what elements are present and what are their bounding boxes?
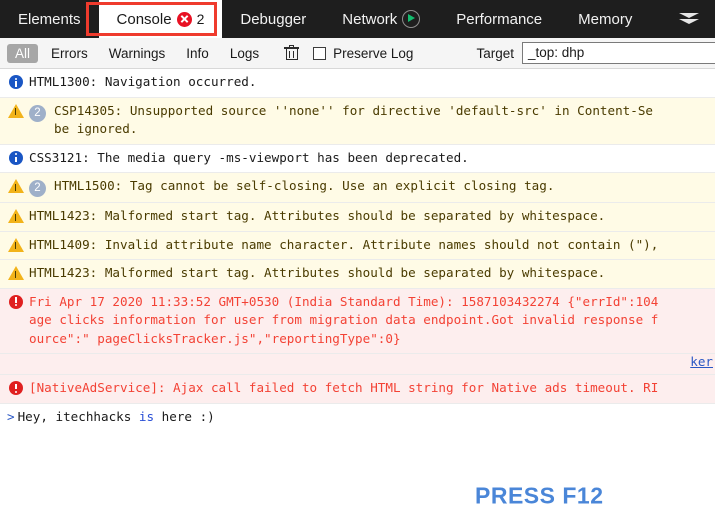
- info-icon: [8, 150, 23, 165]
- console-message: HTML1423: Malformed start tag. Attribute…: [29, 264, 709, 283]
- preserve-log-label: Preserve Log: [333, 45, 414, 61]
- info-icon: [8, 75, 23, 89]
- tab-label: Network: [342, 10, 398, 28]
- console-prompt-row[interactable]: > Hey, itechhacks is here :): [0, 403, 715, 431]
- console-message: HTML1300: Navigation occurred.: [29, 73, 709, 92]
- tabbar-spacer: [650, 0, 661, 38]
- clear-console-icon[interactable]: [284, 45, 300, 61]
- console-log-list[interactable]: HTML1300: Navigation occurred. 2 CSP14305:…: [0, 69, 715, 522]
- console-message: HTML1409: Invalid attribute name charact…: [29, 236, 709, 255]
- console-message-line: ource":" pageClicksTracker.js","reportin…: [29, 330, 401, 346]
- console-message-line: HTML1409: Invalid attribute name charact…: [29, 236, 659, 252]
- console-message: Fri Apr 17 2020 11:33:52 GMT+0530 (India…: [29, 293, 709, 349]
- warning-icon: [7, 266, 24, 280]
- press-f12-watermark: PRESS F12: [475, 482, 604, 509]
- tab-label: Memory: [578, 10, 633, 28]
- console-entry-warn[interactable]: HTML1423: Malformed start tag. Attribute…: [0, 260, 715, 289]
- warning-icon: [7, 179, 24, 193]
- console-entry-info[interactable]: CSS3121: The media query -ms-viewport ha…: [0, 144, 715, 173]
- console-entry-warn[interactable]: HTML1423: Malformed start tag. Attribute…: [0, 203, 715, 232]
- target-select[interactable]: _top: dhp: [522, 42, 715, 64]
- console-message: HTML1423: Malformed start tag. Attribute…: [29, 207, 709, 226]
- console-entry-warn[interactable]: 2 CSP14305: Unsupported source ''none'' f…: [0, 97, 715, 145]
- prompt-text-part: here :): [154, 408, 215, 424]
- console-message-line: CSS3121: The media query -ms-viewport ha…: [29, 149, 469, 165]
- double-chevron-down-icon: [679, 12, 699, 26]
- warning-icon: [7, 237, 24, 252]
- repeat-count-cell: 2: [29, 103, 46, 122]
- console-entry-error[interactable]: [NativeAdService]: Ajax call failed to f…: [0, 375, 715, 404]
- tabs-container: Elements Console 2 Debugger Network Performan…: [0, 0, 650, 38]
- preserve-log-checkbox[interactable]: [313, 46, 327, 60]
- tab-overflow-button[interactable]: [663, 0, 715, 38]
- console-source-link[interactable]: ker: [690, 354, 713, 369]
- icon-cell: [7, 381, 24, 395]
- tab-label: Elements: [18, 10, 81, 28]
- error-icon: [8, 381, 23, 395]
- console-message: HTML1500: Tag cannot be self-closing. Us…: [54, 177, 709, 196]
- console-entry-warn[interactable]: 2 HTML1500: Tag cannot be self-closing. U…: [0, 173, 715, 203]
- console-message: [NativeAdService]: Ajax call failed to f…: [29, 379, 709, 398]
- console-message: CSS3121: The media query -ms-viewport ha…: [29, 149, 709, 168]
- console-entry-error[interactable]: Fri Apr 17 2020 11:33:52 GMT+0530 (India…: [0, 288, 715, 354]
- filter-warnings[interactable]: Warnings: [101, 44, 174, 63]
- console-message-line: be ignored.: [54, 121, 138, 136]
- console-message-line: HTML1500: Tag cannot be self-closing. Us…: [54, 178, 555, 193]
- tab-debugger[interactable]: Debugger: [222, 0, 324, 38]
- tab-label: Console: [116, 10, 172, 28]
- icon-cell: [7, 237, 24, 252]
- play-circle-icon[interactable]: [402, 10, 421, 28]
- filter-all[interactable]: All: [7, 43, 39, 63]
- icon-cell: [7, 75, 24, 89]
- console-entries: HTML1300: Navigation occurred. 2 CSP14305:…: [0, 69, 715, 404]
- warning-icon: [7, 103, 24, 118]
- console-entry-info[interactable]: HTML1300: Navigation occurred.: [0, 69, 715, 98]
- target-label: Target: [476, 45, 514, 61]
- filter-info[interactable]: Info: [178, 44, 217, 63]
- icon-cell: [7, 179, 24, 193]
- error-count: 2: [196, 11, 205, 27]
- tab-elements[interactable]: Elements: [0, 0, 99, 38]
- tab-console[interactable]: Console 2: [98, 0, 223, 38]
- tab-network[interactable]: Network: [324, 0, 438, 38]
- error-badge-icon: [176, 11, 192, 27]
- error-icon: [8, 294, 23, 309]
- filter-buttons-container: All Errors Warnings Info Logs: [7, 43, 272, 63]
- console-message-line: CSP14305: Unsupported source ''none'' fo…: [54, 102, 653, 118]
- tab-memory[interactable]: Memory: [560, 0, 650, 38]
- filter-errors[interactable]: Errors: [43, 44, 96, 63]
- icon-cell: [7, 266, 24, 280]
- repeat-count-cell: 2: [29, 178, 46, 197]
- icon-cell: [7, 150, 24, 165]
- icon-cell: [7, 103, 24, 118]
- prompt-text-part: Hey, itechhacks: [17, 408, 139, 424]
- devtools-tab-bar: Elements Console 2 Debugger Network Performan…: [0, 0, 715, 38]
- console-toolbar: All Errors Warnings Info Logs Preserve Log T…: [0, 38, 715, 69]
- console-message-line: [NativeAdService]: Ajax call failed to f…: [29, 380, 659, 395]
- tab-label: Performance: [456, 10, 543, 28]
- icon-cell: [7, 294, 24, 309]
- repeat-count-badge: 2: [29, 180, 46, 197]
- console-source-link-row: ker: [0, 354, 715, 375]
- warning-icon: [7, 209, 24, 223]
- console-message-line: HTML1423: Malformed start tag. Attribute…: [29, 265, 606, 280]
- tab-performance[interactable]: Performance: [438, 0, 560, 38]
- filter-logs[interactable]: Logs: [222, 44, 267, 63]
- console-message-line: Fri Apr 17 2020 11:33:52 GMT+0530 (India…: [29, 293, 659, 309]
- prompt-caret-icon: >: [7, 408, 15, 424]
- prompt-text-part: is: [138, 408, 155, 424]
- console-message: CSP14305: Unsupported source ''none'' fo…: [54, 102, 709, 139]
- console-prompt-text: Hey, itechhacks is here :): [18, 408, 215, 427]
- console-entry-warn[interactable]: HTML1409: Invalid attribute name charact…: [0, 231, 715, 260]
- console-message-line: HTML1423: Malformed start tag. Attribute…: [29, 208, 606, 223]
- console-message-line: HTML1300: Navigation occurred.: [29, 74, 257, 89]
- icon-cell: [7, 209, 24, 223]
- repeat-count-badge: 2: [29, 104, 46, 122]
- preserve-log-toggle[interactable]: Preserve Log: [313, 46, 413, 61]
- console-message-line: age clicks information for user from mig…: [29, 312, 659, 327]
- tab-label: Debugger: [240, 10, 307, 28]
